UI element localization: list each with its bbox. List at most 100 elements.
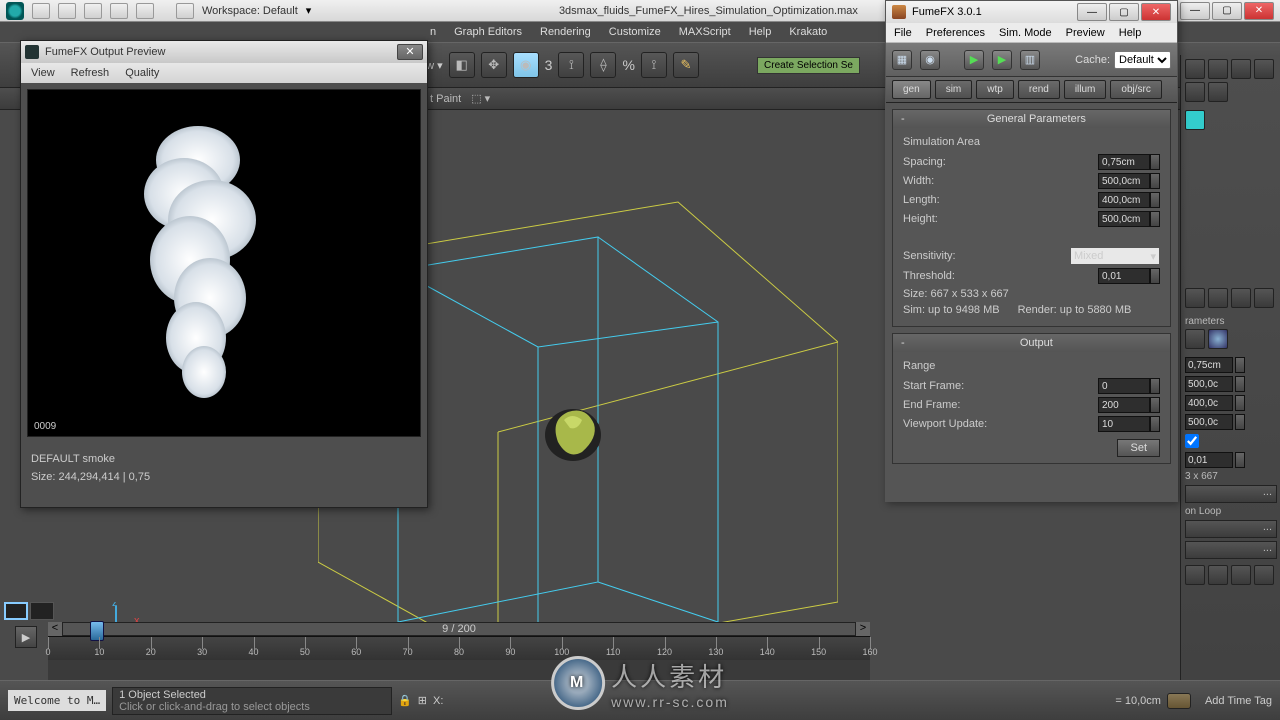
height-input[interactable] <box>1098 211 1150 227</box>
modify-tab-icon[interactable] <box>1208 59 1228 79</box>
panel-icon[interactable] <box>1185 329 1205 349</box>
threshold-field[interactable] <box>1185 452 1233 468</box>
length-field[interactable] <box>1185 395 1233 411</box>
spinner-icon[interactable] <box>1235 357 1245 373</box>
checkbox[interactable] <box>1185 433 1199 449</box>
close-button[interactable]: ✕ <box>1244 2 1274 20</box>
width-field[interactable] <box>1185 376 1233 392</box>
fume-menu-help[interactable]: Help <box>1119 27 1142 39</box>
fume-play-icon[interactable]: ▶ <box>964 50 984 70</box>
preview-menu-quality[interactable]: Quality <box>125 67 159 79</box>
menu-krakatoa[interactable]: Krakato <box>789 26 827 38</box>
menu-help[interactable]: Help <box>749 26 772 38</box>
toolbar-save-icon[interactable] <box>84 3 102 19</box>
ribbon-brush-icon[interactable]: ✎ <box>673 52 699 78</box>
fume-menu-file[interactable]: File <box>894 27 912 39</box>
minimize-button[interactable]: — <box>1180 2 1210 20</box>
panel-icon[interactable] <box>1185 288 1205 308</box>
frame-prev-button[interactable]: < <box>48 622 62 636</box>
object-paint-label[interactable]: t Paint <box>430 93 461 105</box>
create-tab-icon[interactable] <box>1185 59 1205 79</box>
panel-button[interactable]: ... <box>1185 520 1277 538</box>
length-input[interactable] <box>1098 192 1150 208</box>
spinner-icon[interactable] <box>1150 211 1160 227</box>
toolbar-new-icon[interactable] <box>32 3 50 19</box>
lock-icon[interactable]: 🔒 <box>398 694 412 707</box>
viewport-thumb[interactable] <box>30 602 54 620</box>
tab-illum[interactable]: illum <box>1064 80 1107 99</box>
spinner-icon[interactable] <box>1150 192 1160 208</box>
nav-orbit-icon[interactable] <box>1231 565 1251 585</box>
spinner-icon[interactable] <box>1150 154 1160 170</box>
fumefx-maximize-button[interactable]: ▢ <box>1109 3 1139 21</box>
hierarchy-tab-icon[interactable] <box>1231 59 1251 79</box>
fume-play2-icon[interactable]: ▶ <box>992 50 1012 70</box>
motion-tab-icon[interactable] <box>1254 59 1274 79</box>
preview-menu-view[interactable]: View <box>31 67 55 79</box>
menu-rendering[interactable]: Rendering <box>540 26 591 38</box>
panel-icon[interactable] <box>1254 288 1274 308</box>
color-swatch[interactable] <box>1185 110 1205 130</box>
nav-pan-icon[interactable] <box>1185 565 1205 585</box>
tab-sim[interactable]: sim <box>935 80 973 99</box>
viewport-thumb[interactable] <box>4 602 28 620</box>
spinner-icon[interactable] <box>1150 416 1160 432</box>
tab-objsrc[interactable]: obj/src <box>1110 80 1161 99</box>
ribbon-angle1-icon[interactable]: ⟟ <box>558 52 584 78</box>
set-button[interactable]: Set <box>1117 439 1160 457</box>
panel-icon[interactable] <box>1208 329 1228 349</box>
toolbar-undo-icon[interactable] <box>110 3 128 19</box>
timeline[interactable]: < 9 / 200 > 0102030405060708090100110120… <box>48 622 870 680</box>
nav-zoom-icon[interactable] <box>1208 565 1228 585</box>
maximize-button[interactable]: ▢ <box>1212 2 1242 20</box>
spinner-icon[interactable] <box>1150 378 1160 394</box>
panel-icon[interactable] <box>1208 288 1228 308</box>
keyframe-marker[interactable] <box>90 621 104 641</box>
panel-button[interactable]: ... <box>1185 541 1277 559</box>
ribbon-angle2-icon[interactable]: ⟠ <box>590 52 616 78</box>
ribbon-expand-icon[interactable]: ⬚ ▾ <box>471 92 490 105</box>
fume-globe-icon[interactable]: ◉ <box>920 50 940 70</box>
tab-wtp[interactable]: wtp <box>976 80 1014 99</box>
menu-customize[interactable]: Customize <box>609 26 661 38</box>
height-field[interactable] <box>1185 414 1233 430</box>
start-input[interactable] <box>1098 378 1150 394</box>
ribbon-mode-icon[interactable]: ◉ <box>513 52 539 78</box>
ribbon-percent2-icon[interactable]: ⟟ <box>641 52 667 78</box>
frame-next-button[interactable]: > <box>856 622 870 636</box>
fume-menu-preview[interactable]: Preview <box>1066 27 1105 39</box>
spinner-icon[interactable] <box>1150 268 1160 284</box>
toolbar-open-icon[interactable] <box>58 3 76 19</box>
spacing-input[interactable] <box>1098 154 1150 170</box>
isolate-icon[interactable]: ⊞ <box>418 694 427 707</box>
tab-gen[interactable]: gen <box>892 80 931 99</box>
selection-set-dropdown[interactable]: Create Selection Se <box>757 57 860 74</box>
preview-close-button[interactable]: ✕ <box>397 44 423 60</box>
fume-preview-icon[interactable]: ▦ <box>892 50 912 70</box>
spacing-field[interactable] <box>1185 357 1233 373</box>
fume-cache-icon[interactable]: ▥ <box>1020 50 1040 70</box>
width-input[interactable] <box>1098 173 1150 189</box>
end-input[interactable] <box>1098 397 1150 413</box>
ribbon-snap-icon[interactable]: ◧ <box>449 52 475 78</box>
maxscript-listener[interactable]: Welcome to M… <box>8 690 106 711</box>
threshold-input[interactable] <box>1098 268 1150 284</box>
panel-icon[interactable] <box>1231 288 1251 308</box>
spinner-icon[interactable] <box>1150 397 1160 413</box>
spinner-icon[interactable] <box>1235 452 1245 468</box>
toolbar-link-icon[interactable] <box>176 3 194 19</box>
panel-button[interactable]: ... <box>1185 485 1277 503</box>
spinner-icon[interactable] <box>1235 376 1245 392</box>
tab-rend[interactable]: rend <box>1018 80 1060 99</box>
cache-select[interactable]: Default <box>1114 51 1171 69</box>
timetag-label[interactable]: Add Time Tag <box>1205 695 1272 707</box>
fume-menu-simmode[interactable]: Sim. Mode <box>999 27 1052 39</box>
spinner-icon[interactable] <box>1235 395 1245 411</box>
preview-menu-refresh[interactable]: Refresh <box>71 67 110 79</box>
output-header[interactable]: -Output <box>893 334 1170 352</box>
menu-item[interactable]: n <box>430 26 436 38</box>
fumefx-close-button[interactable]: ✕ <box>1141 3 1171 21</box>
ribbon-move-icon[interactable]: ✥ <box>481 52 507 78</box>
general-params-header[interactable]: -General Parameters <box>893 110 1170 128</box>
fume-menu-prefs[interactable]: Preferences <box>926 27 985 39</box>
